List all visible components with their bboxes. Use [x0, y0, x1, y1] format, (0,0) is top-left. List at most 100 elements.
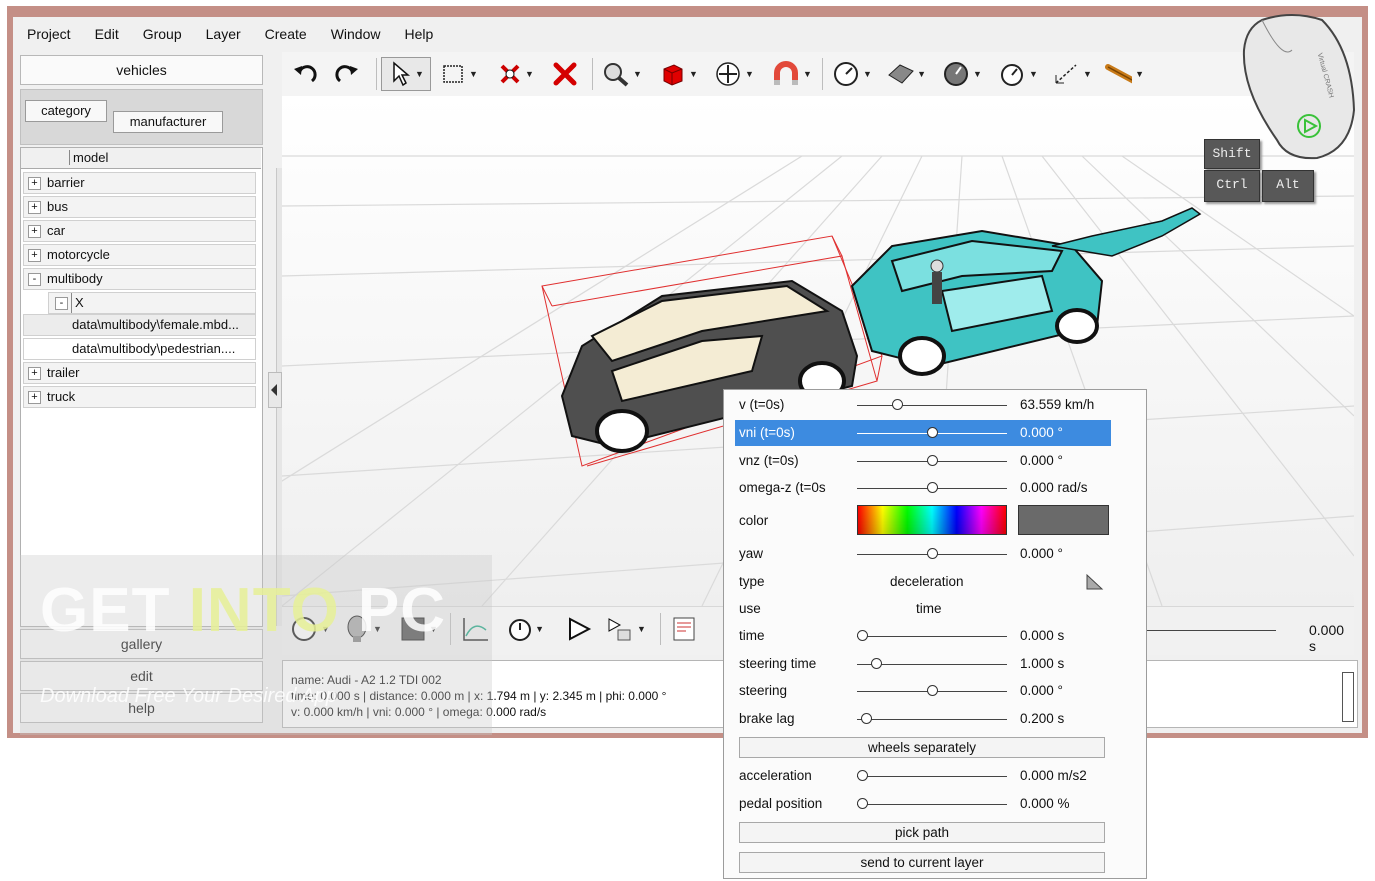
time-slider[interactable]	[857, 630, 1007, 641]
tree-item-female[interactable]: data\multibody\female.mbd...	[23, 314, 256, 336]
undo-icon[interactable]	[292, 60, 332, 88]
menu-help[interactable]: Help	[392, 26, 445, 42]
stopwatch-icon[interactable]: ▼	[998, 60, 1038, 88]
tree-item-label: X	[71, 293, 84, 313]
tree-item-truck[interactable]: + truck	[23, 386, 256, 408]
rectangle-select-icon[interactable]: ▼	[442, 60, 482, 88]
delete-icon[interactable]	[552, 60, 592, 88]
slider-knob[interactable]	[926, 455, 938, 466]
select-arrow-icon[interactable]: ▼	[381, 57, 431, 91]
surface-icon[interactable]: ▼	[886, 60, 926, 88]
expand-icon[interactable]: +	[28, 391, 41, 404]
tree-item-label: barrier	[47, 175, 85, 190]
menu-group[interactable]: Group	[131, 26, 194, 42]
magnet-icon[interactable]: ▼	[772, 60, 812, 88]
prop-value[interactable]: 0.000 rad/s	[1020, 480, 1088, 495]
menu-project[interactable]: Project	[13, 26, 83, 42]
prop-value[interactable]: 0.000 °	[1020, 453, 1063, 468]
move-icon[interactable]: ▼	[714, 60, 754, 88]
steering-slider[interactable]	[857, 685, 1007, 696]
prop-label: time	[739, 628, 765, 643]
color-spectrum-picker[interactable]	[857, 505, 1007, 535]
send-to-current-layer-button[interactable]: send to current layer	[739, 852, 1105, 873]
brake-lag-slider[interactable]	[857, 713, 1007, 724]
collapse-icon[interactable]: -	[55, 297, 68, 310]
slider-knob[interactable]	[926, 482, 938, 493]
expand-icon[interactable]: +	[28, 225, 41, 238]
prop-value[interactable]: 0.000 °	[1020, 683, 1063, 698]
tree-item-pedestrian[interactable]: data\multibody\pedestrian....	[23, 338, 256, 360]
tree-item-barrier[interactable]: + barrier	[23, 172, 256, 194]
prop-value[interactable]: 63.559 km/h	[1020, 397, 1094, 412]
tool-icon[interactable]: ▼	[1104, 60, 1144, 88]
expand-icon[interactable]: +	[28, 177, 41, 190]
collapse-icon[interactable]: -	[28, 273, 41, 286]
slider-knob[interactable]	[857, 798, 868, 809]
prop-value[interactable]: 0.000 m/s2	[1020, 768, 1087, 783]
timer-icon[interactable]: ▼	[504, 615, 544, 643]
tree-header[interactable]: model	[21, 148, 261, 169]
prop-value[interactable]: 0.200 s	[1020, 711, 1064, 726]
expand-icon[interactable]: +	[28, 201, 41, 214]
slider-knob[interactable]	[857, 770, 868, 781]
slider-knob[interactable]	[891, 399, 903, 410]
current-color-swatch[interactable]	[1018, 505, 1109, 535]
measure-icon[interactable]: ▼	[1052, 60, 1092, 88]
acceleration-slider[interactable]	[857, 770, 1007, 781]
gauge-icon[interactable]: ▼	[832, 60, 872, 88]
prop-label: type	[739, 574, 765, 589]
expand-icon[interactable]: +	[28, 249, 41, 262]
collapse-panel-handle[interactable]	[268, 372, 282, 408]
report-icon[interactable]	[672, 615, 712, 643]
tree-item-car[interactable]: + car	[23, 220, 256, 242]
tab-category[interactable]: category	[25, 100, 107, 122]
dropdown-corner-icon[interactable]	[1084, 573, 1104, 591]
steering-time-slider[interactable]	[857, 658, 1007, 669]
menu-edit[interactable]: Edit	[83, 26, 131, 42]
vnz-slider[interactable]	[857, 455, 1007, 466]
expand-icon[interactable]: +	[28, 367, 41, 380]
slider-knob[interactable]	[861, 713, 873, 724]
play-icon[interactable]	[566, 615, 606, 643]
wheels-separately-button[interactable]: wheels separately	[739, 737, 1105, 758]
prop-value[interactable]: 0.000 %	[1020, 796, 1070, 811]
cut-icon[interactable]: ▼	[498, 60, 538, 88]
dial-dark-icon[interactable]: ▼	[942, 60, 982, 88]
v-slider[interactable]	[857, 399, 1007, 410]
prop-label: vni (t=0s)	[739, 425, 795, 440]
tree-item-x[interactable]: -X	[48, 292, 256, 314]
type-dropdown[interactable]: deceleration	[890, 574, 964, 589]
slider-knob[interactable]	[926, 548, 938, 559]
prop-value[interactable]: 0.000 °	[1020, 425, 1063, 440]
pick-path-button[interactable]: pick path	[739, 822, 1105, 843]
slider-knob[interactable]	[926, 685, 938, 696]
tree-item-multibody[interactable]: - multibody	[23, 268, 256, 290]
menu-window[interactable]: Window	[319, 26, 393, 42]
use-dropdown[interactable]: time	[916, 601, 942, 616]
menu-create[interactable]: Create	[253, 26, 319, 42]
tree-item-motorcycle[interactable]: + motorcycle	[23, 244, 256, 266]
zoom-icon[interactable]: ▼	[602, 60, 642, 88]
menu-layer[interactable]: Layer	[194, 26, 253, 42]
prop-value[interactable]: 0.000 °	[1020, 546, 1063, 561]
prop-value[interactable]: 0.000 s	[1020, 628, 1064, 643]
tree-item-trailer[interactable]: + trailer	[23, 362, 256, 384]
tab-strip: category manufacturer	[20, 89, 263, 145]
vni-slider[interactable]	[857, 427, 1007, 438]
redo-icon[interactable]	[334, 60, 374, 88]
slider-knob[interactable]	[926, 427, 938, 438]
yaw-slider[interactable]	[857, 548, 1007, 559]
tab-manufacturer[interactable]: manufacturer	[113, 111, 223, 133]
vehicles-button[interactable]: vehicles	[20, 55, 263, 85]
time-slider[interactable]	[1142, 630, 1276, 631]
omega-slider[interactable]	[857, 482, 1007, 493]
slider-knob[interactable]	[857, 630, 868, 641]
status-scrollbar[interactable]	[1342, 672, 1354, 722]
tree-item-bus[interactable]: + bus	[23, 196, 256, 218]
slider-knob[interactable]	[870, 658, 882, 669]
cube-icon[interactable]: ▼	[660, 60, 700, 88]
pedal-slider[interactable]	[857, 798, 1007, 809]
play-options-icon[interactable]: ▼	[606, 615, 646, 643]
prop-value[interactable]: 1.000 s	[1020, 656, 1064, 671]
prop-label: pedal position	[739, 796, 823, 811]
